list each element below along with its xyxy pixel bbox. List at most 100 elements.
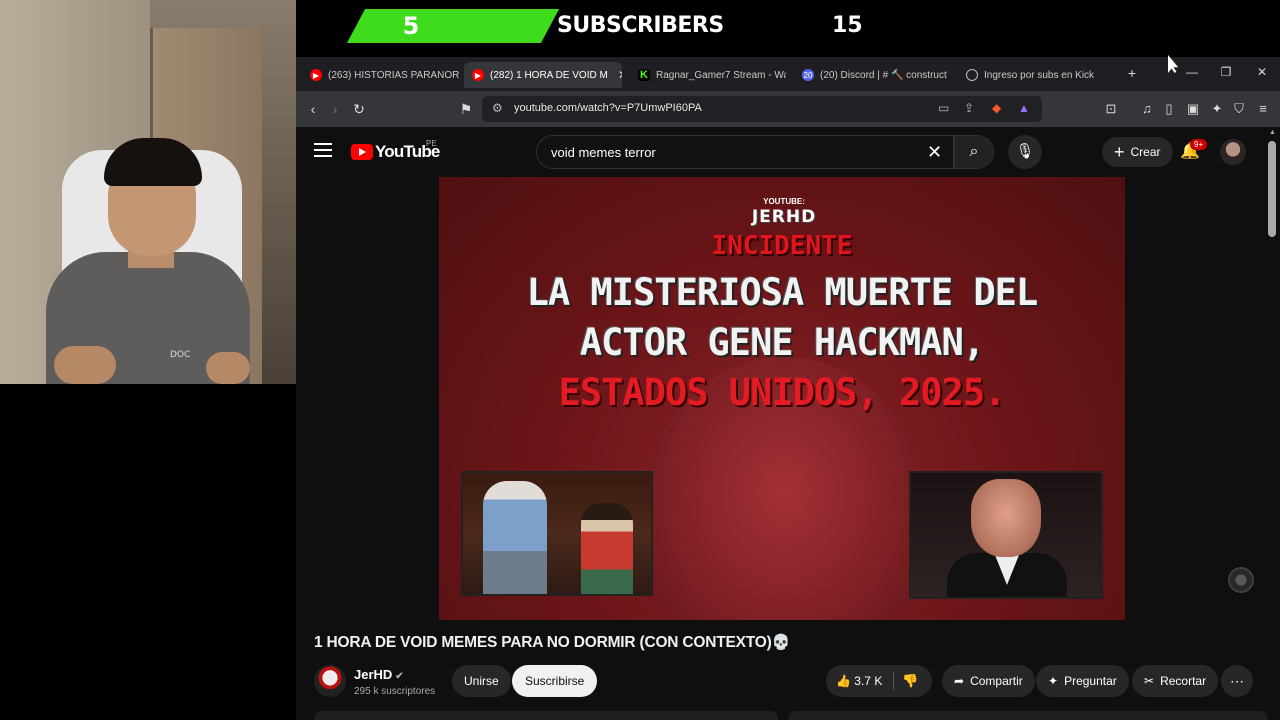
channel-row: JerHD ✔ 295 k suscriptores Unirse Suscrib… bbox=[296, 661, 1280, 705]
search-query: void memes terror bbox=[551, 145, 656, 160]
wallet-icon[interactable]: ▣ bbox=[1184, 100, 1202, 118]
video-watermark-caption: YOUTUBE: bbox=[763, 197, 805, 206]
globe-icon bbox=[966, 69, 978, 81]
thumbs-down-icon: 👎 bbox=[902, 673, 919, 688]
ask-button[interactable]: ✦ Preguntar bbox=[1036, 665, 1129, 697]
goal-current-count: 5 bbox=[402, 12, 420, 40]
dislike-button[interactable]: 👎 bbox=[902, 665, 918, 697]
new-tab-button[interactable]: + bbox=[1122, 65, 1142, 83]
share-button[interactable]: ➦ Compartir bbox=[942, 665, 1035, 697]
tab-label: (282) 1 HORA DE VOID M bbox=[490, 69, 608, 81]
youtube-icon: ▶ bbox=[472, 69, 484, 81]
search-button[interactable]: ⌕ bbox=[954, 135, 994, 169]
search-icon: ⌕ bbox=[969, 143, 979, 160]
video-photo-couple bbox=[461, 471, 653, 596]
media-icon[interactable]: ♫ bbox=[1138, 100, 1156, 118]
join-button[interactable]: Unirse bbox=[452, 665, 511, 697]
reload-icon[interactable]: ↻ bbox=[350, 100, 368, 118]
channel-watermark-icon[interactable] bbox=[1228, 567, 1254, 593]
share-arrow-icon: ➦ bbox=[954, 674, 965, 688]
description-box[interactable] bbox=[314, 711, 778, 720]
like-divider bbox=[893, 672, 894, 690]
subscribe-button[interactable]: Suscribirse bbox=[512, 665, 598, 697]
browser-window: ▶ (263) HISTORIAS PARANORMA ▶ (282) 1 HO… bbox=[296, 57, 1280, 720]
tab-label: Ingreso por subs en Kick bbox=[984, 69, 1095, 81]
minimize-button[interactable]: — bbox=[1182, 65, 1202, 83]
hamburger-menu-icon[interactable] bbox=[314, 143, 332, 157]
channel-avatar[interactable] bbox=[314, 665, 346, 697]
sparkle-icon: ✦ bbox=[1048, 674, 1059, 688]
account-avatar[interactable] bbox=[1220, 139, 1246, 165]
ask-label: Preguntar bbox=[1064, 674, 1117, 688]
sidebar-icon[interactable]: ▯ bbox=[1160, 100, 1178, 118]
scissors-icon: ✂ bbox=[1144, 674, 1155, 688]
screenshot-icon[interactable]: ⊡ bbox=[1102, 100, 1120, 118]
tab-label: (20) Discord | # 🔨 construct bbox=[820, 69, 947, 81]
like-dislike-group: 👍 3.7 K 👎 bbox=[826, 665, 932, 697]
video-watermark: JERHD bbox=[751, 207, 817, 227]
video-title: 1 HORA DE VOID MEMES PARA NO DORMIR (CON… bbox=[314, 633, 790, 652]
video-title-text: 1 HORA DE VOID MEMES PARA NO DORMIR (CON… bbox=[314, 634, 772, 651]
channel-subscriber-count: 295 k suscriptores bbox=[354, 686, 436, 697]
close-window-button[interactable]: ✕ bbox=[1252, 65, 1272, 83]
tab-kick-subs[interactable]: Ingreso por subs en Kick bbox=[958, 62, 1116, 88]
search-input[interactable]: void memes terror ✕ bbox=[536, 135, 954, 169]
more-dots-icon: ⋯ bbox=[1230, 673, 1244, 689]
shirt-logo: DOC bbox=[170, 350, 191, 360]
maximize-button[interactable]: ❐ bbox=[1216, 65, 1236, 83]
site-info-icon[interactable]: ⚙ bbox=[492, 101, 503, 115]
url-text: youtube.com/watch?v=P7UmwPI60PA bbox=[514, 102, 702, 114]
notifications-badge: 9+ bbox=[1190, 139, 1208, 150]
tab-bar: ▶ (263) HISTORIAS PARANORMA ▶ (282) 1 HO… bbox=[296, 57, 1280, 91]
clear-search-icon[interactable]: ✕ bbox=[927, 142, 942, 163]
back-icon[interactable]: ‹ bbox=[304, 100, 322, 118]
tab-kick-stream[interactable]: K Ragnar_Gamer7 Stream - Watc bbox=[630, 62, 786, 88]
verified-check-icon: ✔ bbox=[395, 671, 404, 682]
share-label: Compartir bbox=[970, 674, 1023, 688]
create-button[interactable]: + Crear bbox=[1102, 137, 1173, 167]
address-bar: ‹ › ↻ ⚑ ⚙ youtube.com/watch?v=P7UmwPI60P… bbox=[296, 91, 1280, 127]
video-photo-actor bbox=[909, 471, 1103, 599]
bookmark-icon[interactable]: ⚑ bbox=[457, 100, 475, 118]
tab-discord[interactable]: 20 (20) Discord | # 🔨 construct bbox=[794, 62, 950, 88]
tab-label: (263) HISTORIAS PARANORMA bbox=[328, 69, 460, 81]
forward-icon[interactable]: › bbox=[326, 100, 344, 118]
cast-icon[interactable]: ▭ bbox=[938, 101, 949, 115]
photo-woman bbox=[581, 503, 633, 594]
brave-shield-icon[interactable]: ◆ bbox=[992, 101, 1001, 115]
voice-search-button[interactable]: 🎙 bbox=[1008, 135, 1042, 169]
photo-man bbox=[483, 481, 547, 594]
youtube-header: YouTube PE void memes terror ✕ ⌕ 🎙 + Cre… bbox=[296, 127, 1280, 177]
tab-historias[interactable]: ▶ (263) HISTORIAS PARANORMA bbox=[302, 62, 460, 88]
kick-icon: K bbox=[638, 69, 650, 81]
screen: 5 SUBSCRIBERS 15 DOC ▶ (263) HISTORIAS P… bbox=[0, 0, 1280, 720]
webcam-feed: DOC bbox=[0, 0, 296, 384]
share-icon[interactable]: ⇪ bbox=[964, 101, 974, 115]
discord-icon: 20 bbox=[802, 69, 814, 81]
scroll-up-icon[interactable]: ▲ bbox=[1269, 129, 1276, 136]
url-field[interactable]: ⚙ youtube.com/watch?v=P7UmwPI60PA ▭ ⇪ ◆ … bbox=[482, 96, 1042, 122]
video-player[interactable]: YOUTUBE: JERHD INCIDENTE LA MISTERIOSA M… bbox=[439, 177, 1125, 620]
tab-label: Ragnar_Gamer7 Stream - Watc bbox=[656, 69, 786, 81]
page-scrollbar[interactable] bbox=[1268, 141, 1276, 237]
leo-ai-icon[interactable]: ✦ bbox=[1208, 100, 1226, 118]
youtube-icon: ▶ bbox=[310, 69, 322, 81]
microphone-icon: 🎙 bbox=[1015, 143, 1035, 160]
more-actions-button[interactable]: ⋯ bbox=[1221, 665, 1253, 697]
video-title-line-2: ACTOR GENE HACKMAN, bbox=[579, 321, 985, 364]
close-tab-icon[interactable]: ✕ bbox=[618, 68, 622, 82]
brave-rewards-icon[interactable]: ▲ bbox=[1018, 101, 1030, 115]
channel-name[interactable]: JerHD ✔ bbox=[354, 667, 404, 682]
streamer-hand-right bbox=[206, 352, 250, 384]
like-button[interactable]: 👍 3.7 K bbox=[836, 665, 882, 697]
skull-emoji-icon: 💀 bbox=[771, 634, 791, 651]
vpn-icon[interactable]: ⛉ bbox=[1230, 100, 1248, 118]
menu-icon[interactable]: ≡ bbox=[1254, 100, 1272, 118]
tab-void-memes[interactable]: ▶ (282) 1 HORA DE VOID M ✕ bbox=[464, 62, 622, 88]
video-title-line-1: LA MISTERIOSA MUERTE DEL bbox=[526, 271, 1039, 314]
comments-box[interactable] bbox=[788, 711, 1268, 720]
clip-button[interactable]: ✂ Recortar bbox=[1132, 665, 1219, 697]
goal-label: SUBSCRIBERS bbox=[557, 13, 724, 38]
create-label: Crear bbox=[1130, 145, 1161, 159]
thumbs-up-icon: 👍 bbox=[836, 674, 851, 688]
